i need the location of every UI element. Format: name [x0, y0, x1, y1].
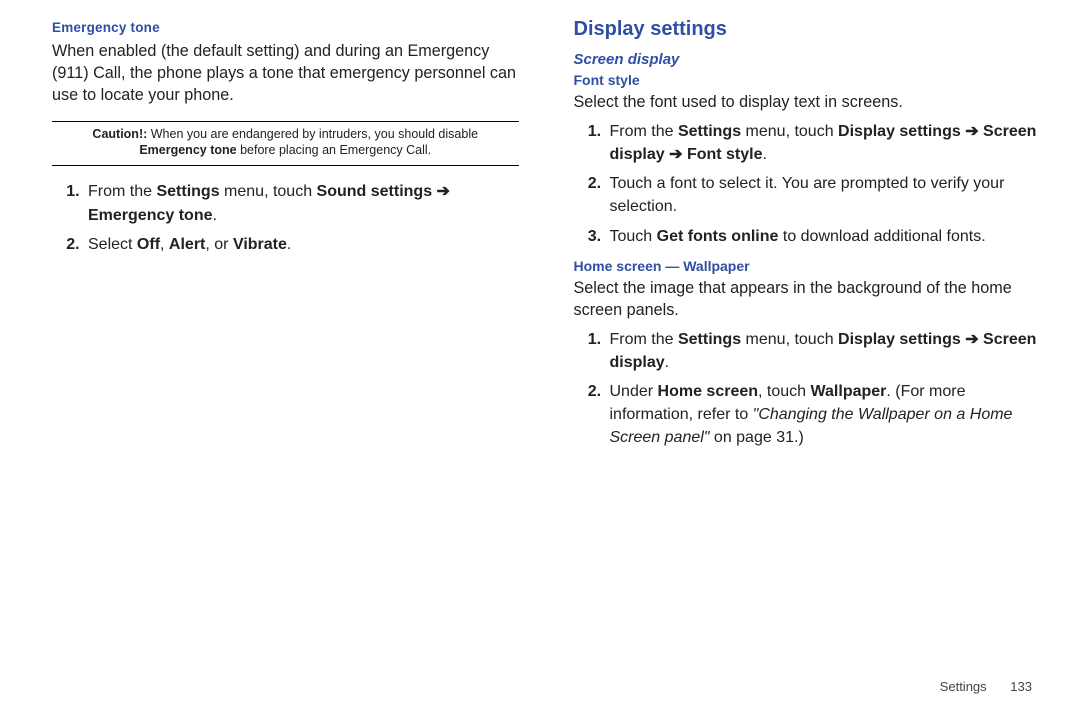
manual-page: Emergency tone When enabled (the default… [0, 0, 1080, 455]
font-style-description: Select the font used to display text in … [574, 92, 1041, 114]
step-1: From the Settings menu, touch Sound sett… [84, 180, 519, 226]
caution-text-a: When you are endangered by intruders, yo… [147, 127, 478, 141]
caution-text-c: before placing an Emergency Call. [237, 143, 432, 157]
heading-font-style: Font style [574, 72, 1041, 88]
caution-rule-bottom [52, 165, 519, 166]
emergency-tone-description: When enabled (the default setting) and d… [52, 41, 519, 107]
right-column: Display settings Screen display Font sty… [574, 18, 1041, 455]
footer-section: Settings [940, 679, 987, 694]
step-2: Select Off, Alert, or Vibrate. [84, 233, 519, 256]
home-wallpaper-description: Select the image that appears in the bac… [574, 278, 1041, 322]
caution-note: Caution!: When you are endangered by int… [52, 126, 519, 160]
heading-screen-display: Screen display [574, 51, 1041, 68]
caution-rule-top [52, 121, 519, 122]
heading-emergency-tone: Emergency tone [52, 20, 519, 35]
arrow-icon: ➔ [961, 123, 983, 140]
arrow-icon: ➔ [665, 146, 687, 163]
arrow-icon: ➔ [432, 183, 450, 200]
page-footer: Settings 133 [940, 679, 1032, 694]
emergency-steps: From the Settings menu, touch Sound sett… [56, 180, 519, 256]
font-step-1: From the Settings menu, touch Display se… [606, 120, 1041, 166]
caution-label: Caution!: [92, 127, 147, 141]
font-step-2: Touch a font to select it. You are promp… [606, 172, 1041, 218]
home-step-2: Under Home screen, touch Wallpaper. (For… [606, 380, 1041, 450]
heading-home-wallpaper: Home screen — Wallpaper [574, 258, 1041, 274]
home-step-1: From the Settings menu, touch Display se… [606, 328, 1041, 374]
heading-display-settings: Display settings [574, 18, 1041, 41]
arrow-icon: ➔ [961, 331, 983, 348]
font-style-steps: From the Settings menu, touch Display se… [578, 120, 1041, 248]
left-column: Emergency tone When enabled (the default… [52, 18, 519, 455]
caution-text-b: Emergency tone [139, 143, 236, 157]
footer-page-number: 133 [1010, 679, 1032, 694]
font-step-3: Touch Get fonts online to download addit… [606, 225, 1041, 248]
home-wallpaper-steps: From the Settings menu, touch Display se… [578, 328, 1041, 450]
